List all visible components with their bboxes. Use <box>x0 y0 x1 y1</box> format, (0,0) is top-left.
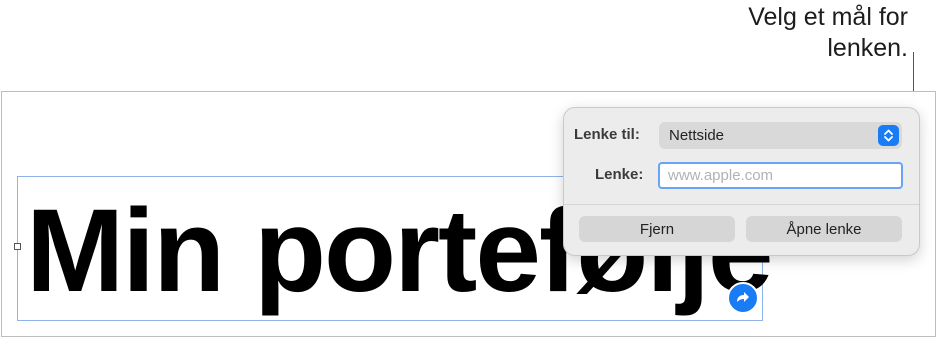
link-url-input[interactable] <box>658 162 903 189</box>
popover-divider <box>564 204 919 205</box>
open-link-button[interactable]: Åpne lenke <box>746 216 902 242</box>
link-to-label: Lenke til: <box>574 126 640 143</box>
link-to-select[interactable]: Nettside <box>659 122 902 149</box>
link-arrow-icon[interactable] <box>727 282 759 314</box>
link-label: Lenke: <box>595 166 644 183</box>
remove-link-button[interactable]: Fjern <box>579 216 735 242</box>
link-to-value: Nettside <box>669 127 725 144</box>
callout-annotation: Velg et mål for lenken. <box>648 2 908 64</box>
selection-handle[interactable] <box>14 243 21 250</box>
link-popover: Lenke til: Nettside Lenke: Fjern Åpne le… <box>563 107 920 256</box>
callout-line-2: lenken. <box>827 34 908 62</box>
callout-line-1: Velg et mål for <box>748 3 908 31</box>
chevron-up-down-icon <box>878 125 899 146</box>
